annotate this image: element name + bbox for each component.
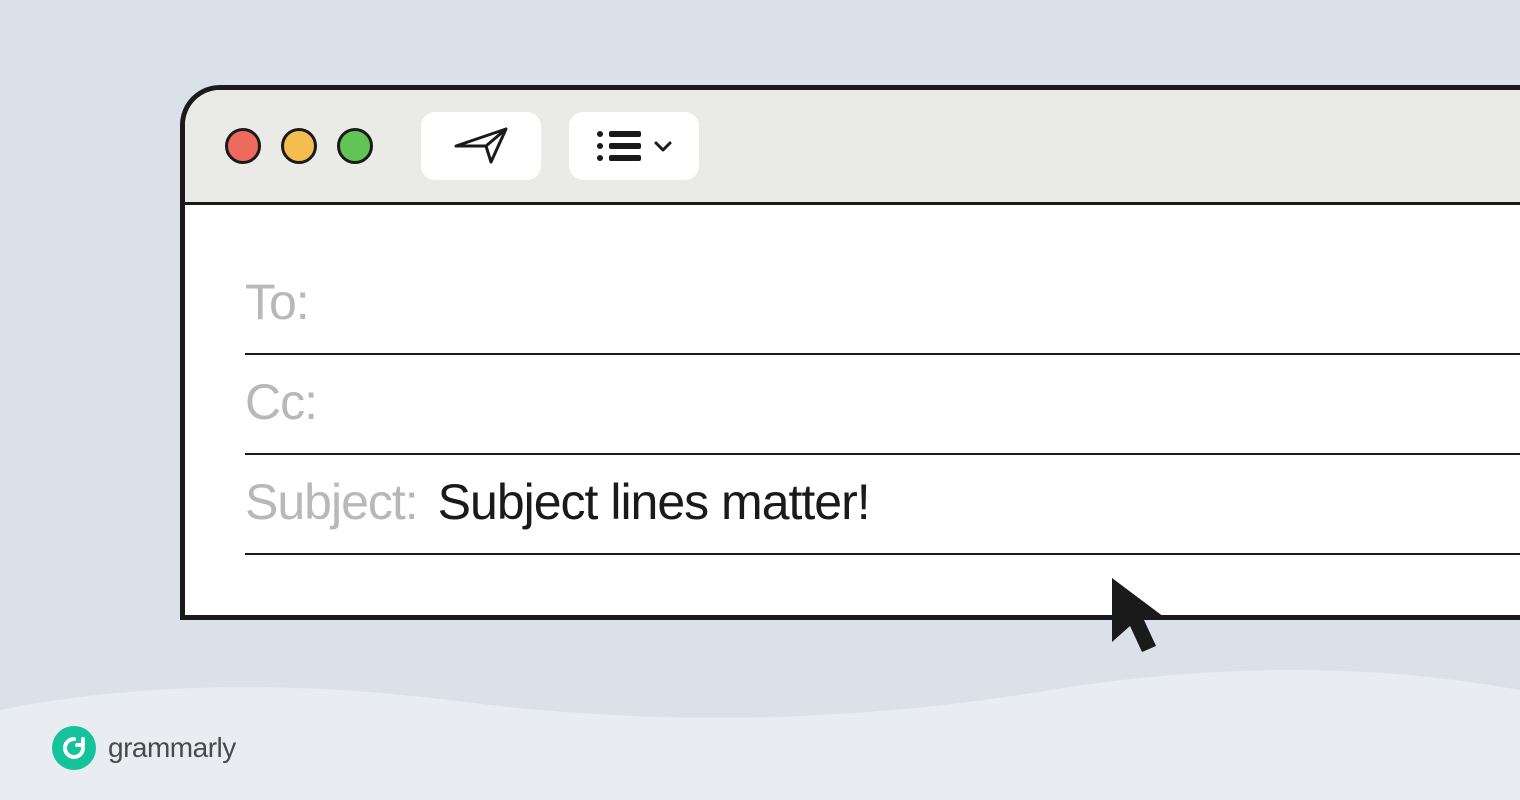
email-form: To: Cc: Subject: Subject lines matter! (185, 205, 1520, 615)
maximize-button[interactable] (337, 128, 373, 164)
minimize-button[interactable] (281, 128, 317, 164)
close-button[interactable] (225, 128, 261, 164)
subject-label: Subject: (245, 473, 418, 531)
subject-value: Subject lines matter! (438, 473, 870, 531)
window-titlebar (185, 90, 1520, 205)
cc-field-row[interactable]: Cc: (245, 355, 1520, 455)
brand-name: grammarly (108, 732, 236, 764)
chevron-down-icon (653, 139, 673, 153)
format-list-button[interactable] (569, 112, 699, 180)
list-icon (595, 128, 641, 164)
paper-plane-icon (451, 124, 511, 168)
window-controls (225, 128, 373, 164)
send-button[interactable] (421, 112, 541, 180)
cc-label: Cc: (245, 373, 317, 431)
to-label: To: (245, 273, 309, 331)
email-compose-window: To: Cc: Subject: Subject lines matter! (180, 85, 1520, 620)
grammarly-logo-icon (52, 726, 96, 770)
cursor-icon (1100, 570, 1185, 665)
decorative-wave (0, 650, 1520, 800)
subject-field-row[interactable]: Subject: Subject lines matter! (245, 455, 1520, 555)
brand-logo-area: grammarly (52, 726, 236, 770)
to-field-row[interactable]: To: (245, 255, 1520, 355)
